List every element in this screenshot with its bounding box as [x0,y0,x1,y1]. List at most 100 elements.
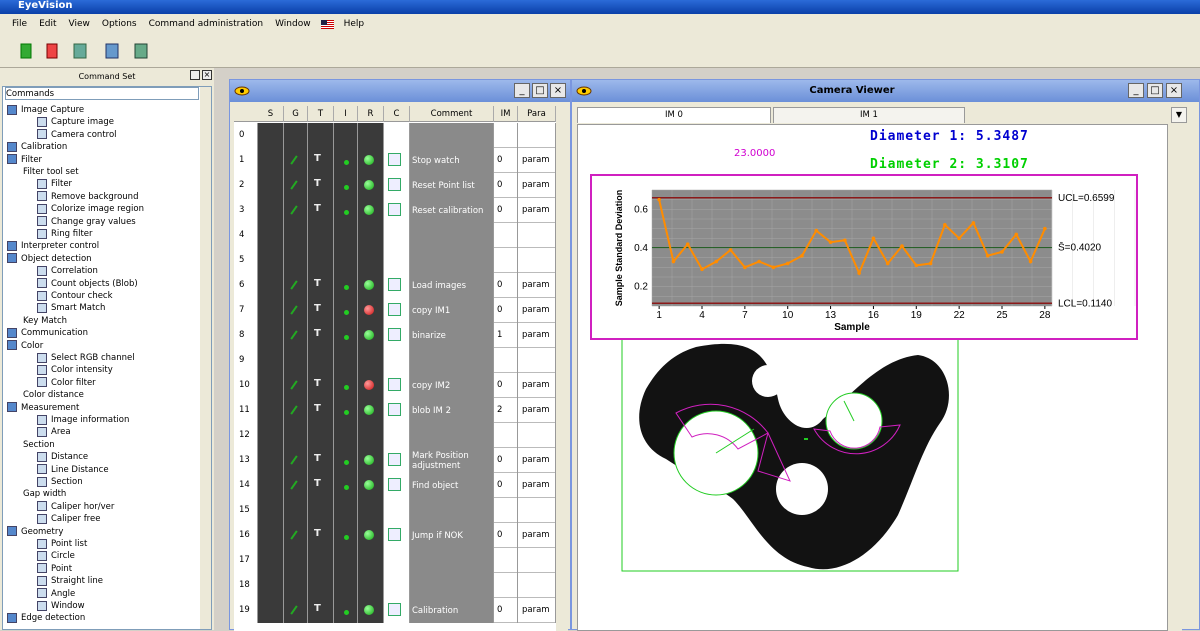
tree-item[interactable]: Correlation [37,265,98,278]
cell-comment[interactable]: Calibration [410,598,494,623]
tree-item[interactable]: Contour check [37,290,113,303]
row-number[interactable]: 0 [234,123,258,148]
row-number[interactable]: 2 [234,173,258,198]
row-number[interactable]: 4 [234,223,258,248]
cell-im[interactable]: 0 [494,148,518,173]
cell-r[interactable] [358,423,384,448]
cell-s[interactable] [258,398,284,423]
cell-s[interactable] [258,473,284,498]
cell-c[interactable] [384,123,410,148]
cell-r[interactable] [358,198,384,223]
cell-i[interactable] [334,548,358,573]
tree-item[interactable]: Count objects (Blob) [37,278,138,291]
cell-im[interactable]: 0 [494,198,518,223]
menu-options[interactable]: Options [96,19,143,29]
cell-param[interactable] [518,123,556,148]
cell-t[interactable] [308,573,334,598]
cell-c[interactable] [384,323,410,348]
column-header[interactable]: G [284,106,308,122]
row-number[interactable]: 17 [234,548,258,573]
cell-im[interactable]: 0 [494,473,518,498]
cell-i[interactable] [334,123,358,148]
cell-param[interactable]: param [518,373,556,398]
cell-c[interactable] [384,548,410,573]
sequence-row[interactable]: 3 T Reset calibration 0 param [234,198,556,223]
tree-item[interactable]: Smart Match [37,302,105,315]
tree-item[interactable]: Straight line [37,575,103,588]
cell-comment[interactable] [410,548,494,573]
cell-r[interactable] [358,573,384,598]
cell-c[interactable] [384,248,410,273]
cell-param[interactable] [518,573,556,598]
tree-item[interactable]: Image information [37,414,129,427]
sequence-row[interactable]: 4 [234,223,556,248]
tree-item[interactable]: Section [23,439,55,452]
sequence-row[interactable]: 14 T Find object 0 param [234,473,556,498]
close-button[interactable]: × [1166,83,1182,98]
menu-window[interactable]: Window [269,19,317,29]
cell-g[interactable] [284,373,308,398]
cell-s[interactable] [258,248,284,273]
cell-c[interactable] [384,598,410,623]
column-header[interactable]: R [358,106,384,122]
cell-im[interactable]: 0 [494,273,518,298]
run-icon[interactable] [18,42,34,60]
cell-t[interactable]: T [308,323,334,348]
cell-g[interactable] [284,323,308,348]
tree-item[interactable]: Change gray values [37,216,136,229]
cell-t[interactable]: T [308,198,334,223]
flag-icon[interactable] [320,19,334,29]
tree-item[interactable]: Calibration [7,141,67,154]
cell-t[interactable] [308,123,334,148]
row-number[interactable]: 10 [234,373,258,398]
cell-g[interactable] [284,523,308,548]
cell-t[interactable]: T [308,398,334,423]
cell-im[interactable] [494,423,518,448]
cell-s[interactable] [258,448,284,473]
cell-s[interactable] [258,373,284,398]
cell-g[interactable] [284,398,308,423]
sequence-row[interactable]: 18 [234,573,556,598]
tab-dropdown-icon[interactable]: ▼ [1171,107,1187,123]
tree-root[interactable]: Commands [5,87,199,100]
cell-i[interactable] [334,598,358,623]
cell-g[interactable] [284,148,308,173]
row-number[interactable]: 19 [234,598,258,623]
row-number[interactable]: 9 [234,348,258,373]
sequence-row[interactable]: 10 Tcopy IM2 0 param [234,373,556,398]
cell-s[interactable] [258,423,284,448]
cell-c[interactable] [384,423,410,448]
cell-param[interactable] [518,498,556,523]
cell-im[interactable]: 2 [494,398,518,423]
tab-im0[interactable]: IM 0 [577,107,771,123]
cell-r[interactable] [358,273,384,298]
sequence-row[interactable]: 19 T Calibration 0 param [234,598,556,623]
cell-param[interactable]: param [518,523,556,548]
cell-s[interactable] [258,273,284,298]
row-number[interactable]: 12 [234,423,258,448]
tree-item[interactable]: Filter [37,178,72,191]
cell-comment[interactable] [410,123,494,148]
row-number[interactable]: 3 [234,198,258,223]
tree-item[interactable]: Caliper free [37,513,100,526]
row-number[interactable]: 1 [234,148,258,173]
cell-g[interactable] [284,423,308,448]
tree-item[interactable]: Camera control [37,129,117,142]
cell-i[interactable] [334,273,358,298]
tree-item[interactable]: Circle [37,550,75,563]
tree-item[interactable]: Window [37,600,85,613]
cell-t[interactable] [308,248,334,273]
tree-item[interactable]: Section [37,476,83,489]
cell-c[interactable] [384,398,410,423]
cell-i[interactable] [334,298,358,323]
cell-s[interactable] [258,573,284,598]
cell-c[interactable] [384,223,410,248]
sequence-row[interactable]: 7 Tcopy IM1 0 param [234,298,556,323]
tree-item[interactable]: Ring filter [37,228,93,241]
sequence-row[interactable]: 1 T Stop watch 0 param [234,148,556,173]
cell-im[interactable] [494,573,518,598]
cell-g[interactable] [284,448,308,473]
cell-g[interactable] [284,248,308,273]
cell-comment[interactable] [410,248,494,273]
cell-s[interactable] [258,523,284,548]
